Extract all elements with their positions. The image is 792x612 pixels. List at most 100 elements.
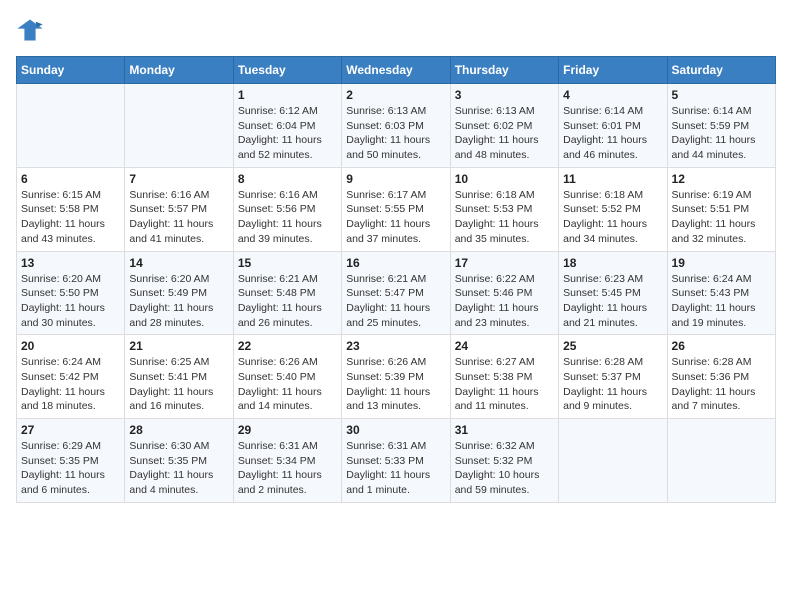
day-info: Sunrise: 6:26 AM Sunset: 5:39 PM Dayligh… bbox=[346, 355, 445, 414]
day-number: 16 bbox=[346, 256, 445, 270]
day-info: Sunrise: 6:22 AM Sunset: 5:46 PM Dayligh… bbox=[455, 272, 554, 331]
calendar-header-row: SundayMondayTuesdayWednesdayThursdayFrid… bbox=[17, 57, 776, 84]
day-info: Sunrise: 6:26 AM Sunset: 5:40 PM Dayligh… bbox=[238, 355, 337, 414]
calendar-day-cell: 14 Sunrise: 6:20 AM Sunset: 5:49 PM Dayli… bbox=[125, 251, 233, 335]
calendar-week-row: 13 Sunrise: 6:20 AM Sunset: 5:50 PM Dayli… bbox=[17, 251, 776, 335]
day-info: Sunrise: 6:15 AM Sunset: 5:58 PM Dayligh… bbox=[21, 188, 120, 247]
calendar-day-cell bbox=[17, 84, 125, 168]
day-number: 31 bbox=[455, 423, 554, 437]
calendar-table: SundayMondayTuesdayWednesdayThursdayFrid… bbox=[16, 56, 776, 503]
day-number: 10 bbox=[455, 172, 554, 186]
day-info: Sunrise: 6:28 AM Sunset: 5:36 PM Dayligh… bbox=[672, 355, 771, 414]
day-number: 19 bbox=[672, 256, 771, 270]
calendar-day-cell: 4 Sunrise: 6:14 AM Sunset: 6:01 PM Daylig… bbox=[559, 84, 667, 168]
calendar-day-cell: 16Sunrise: 6:21 AM Sunset: 5:47 PM Dayli… bbox=[342, 251, 450, 335]
calendar-day-cell: 30 Sunrise: 6:31 AM Sunset: 5:33 PM Dayli… bbox=[342, 419, 450, 503]
day-number: 12 bbox=[672, 172, 771, 186]
day-number: 24 bbox=[455, 339, 554, 353]
calendar-day-cell: 5 Sunrise: 6:14 AM Sunset: 5:59 PM Daylig… bbox=[667, 84, 775, 168]
day-number: 30 bbox=[346, 423, 445, 437]
day-info: Sunrise: 6:21 AM Sunset: 5:48 PM Dayligh… bbox=[238, 272, 337, 331]
calendar-day-cell: 10 Sunrise: 6:18 AM Sunset: 5:53 PM Dayli… bbox=[450, 167, 558, 251]
calendar-day-header: Sunday bbox=[17, 57, 125, 84]
calendar-day-cell: 17 Sunrise: 6:22 AM Sunset: 5:46 PM Dayli… bbox=[450, 251, 558, 335]
day-info: Sunrise: 6:14 AM Sunset: 5:59 PM Dayligh… bbox=[672, 104, 771, 163]
calendar-day-cell: 20Sunrise: 6:24 AM Sunset: 5:42 PM Dayli… bbox=[17, 335, 125, 419]
day-info: Sunrise: 6:13 AM Sunset: 6:02 PM Dayligh… bbox=[455, 104, 554, 163]
day-info: Sunrise: 6:18 AM Sunset: 5:52 PM Dayligh… bbox=[563, 188, 662, 247]
calendar-week-row: 1 Sunrise: 6:12 AM Sunset: 6:04 PM Daylig… bbox=[17, 84, 776, 168]
calendar-day-cell bbox=[125, 84, 233, 168]
calendar-day-cell: 7 Sunrise: 6:16 AM Sunset: 5:57 PM Daylig… bbox=[125, 167, 233, 251]
day-info: Sunrise: 6:14 AM Sunset: 6:01 PM Dayligh… bbox=[563, 104, 662, 163]
calendar-day-header: Wednesday bbox=[342, 57, 450, 84]
day-info: Sunrise: 6:29 AM Sunset: 5:35 PM Dayligh… bbox=[21, 439, 120, 498]
day-number: 2 bbox=[346, 88, 445, 102]
day-info: Sunrise: 6:30 AM Sunset: 5:35 PM Dayligh… bbox=[129, 439, 228, 498]
calendar-day-cell: 26 Sunrise: 6:28 AM Sunset: 5:36 PM Dayli… bbox=[667, 335, 775, 419]
day-info: Sunrise: 6:27 AM Sunset: 5:38 PM Dayligh… bbox=[455, 355, 554, 414]
calendar-day-cell: 27 Sunrise: 6:29 AM Sunset: 5:35 PM Dayli… bbox=[17, 419, 125, 503]
day-number: 29 bbox=[238, 423, 337, 437]
day-info: Sunrise: 6:16 AM Sunset: 5:57 PM Dayligh… bbox=[129, 188, 228, 247]
day-info: Sunrise: 6:19 AM Sunset: 5:51 PM Dayligh… bbox=[672, 188, 771, 247]
calendar-week-row: 20Sunrise: 6:24 AM Sunset: 5:42 PM Dayli… bbox=[17, 335, 776, 419]
day-number: 3 bbox=[455, 88, 554, 102]
day-info: Sunrise: 6:20 AM Sunset: 5:50 PM Dayligh… bbox=[21, 272, 120, 331]
calendar-day-cell: 13 Sunrise: 6:20 AM Sunset: 5:50 PM Dayli… bbox=[17, 251, 125, 335]
calendar-day-cell bbox=[559, 419, 667, 503]
calendar-day-cell: 12 Sunrise: 6:19 AM Sunset: 5:51 PM Dayli… bbox=[667, 167, 775, 251]
calendar-day-cell: 23 Sunrise: 6:26 AM Sunset: 5:39 PM Dayli… bbox=[342, 335, 450, 419]
calendar-day-header: Thursday bbox=[450, 57, 558, 84]
calendar-day-cell: 3 Sunrise: 6:13 AM Sunset: 6:02 PM Daylig… bbox=[450, 84, 558, 168]
day-number: 1 bbox=[238, 88, 337, 102]
calendar-day-cell: 31 Sunrise: 6:32 AM Sunset: 5:32 PM Dayli… bbox=[450, 419, 558, 503]
day-number: 15 bbox=[238, 256, 337, 270]
day-number: 14 bbox=[129, 256, 228, 270]
calendar-day-cell: 24 Sunrise: 6:27 AM Sunset: 5:38 PM Dayli… bbox=[450, 335, 558, 419]
logo-icon bbox=[16, 16, 44, 44]
calendar-week-row: 27 Sunrise: 6:29 AM Sunset: 5:35 PM Dayli… bbox=[17, 419, 776, 503]
day-info: Sunrise: 6:25 AM Sunset: 5:41 PM Dayligh… bbox=[129, 355, 228, 414]
day-number: 23 bbox=[346, 339, 445, 353]
day-info: Sunrise: 6:31 AM Sunset: 5:34 PM Dayligh… bbox=[238, 439, 337, 498]
calendar-day-cell: 19 Sunrise: 6:24 AM Sunset: 5:43 PM Dayli… bbox=[667, 251, 775, 335]
calendar-day-cell: 8Sunrise: 6:16 AM Sunset: 5:56 PM Daylig… bbox=[233, 167, 341, 251]
day-info: Sunrise: 6:20 AM Sunset: 5:49 PM Dayligh… bbox=[129, 272, 228, 331]
day-number: 8 bbox=[238, 172, 337, 186]
logo bbox=[16, 16, 48, 44]
day-info: Sunrise: 6:17 AM Sunset: 5:55 PM Dayligh… bbox=[346, 188, 445, 247]
day-number: 28 bbox=[129, 423, 228, 437]
day-number: 7 bbox=[129, 172, 228, 186]
calendar-day-cell: 15 Sunrise: 6:21 AM Sunset: 5:48 PM Dayli… bbox=[233, 251, 341, 335]
day-number: 21 bbox=[129, 339, 228, 353]
day-number: 9 bbox=[346, 172, 445, 186]
day-info: Sunrise: 6:24 AM Sunset: 5:43 PM Dayligh… bbox=[672, 272, 771, 331]
day-number: 5 bbox=[672, 88, 771, 102]
day-number: 4 bbox=[563, 88, 662, 102]
day-info: Sunrise: 6:28 AM Sunset: 5:37 PM Dayligh… bbox=[563, 355, 662, 414]
day-info: Sunrise: 6:18 AM Sunset: 5:53 PM Dayligh… bbox=[455, 188, 554, 247]
day-info: Sunrise: 6:32 AM Sunset: 5:32 PM Dayligh… bbox=[455, 439, 554, 498]
day-number: 25 bbox=[563, 339, 662, 353]
day-info: Sunrise: 6:12 AM Sunset: 6:04 PM Dayligh… bbox=[238, 104, 337, 163]
page-header bbox=[16, 16, 776, 44]
day-number: 27 bbox=[21, 423, 120, 437]
day-info: Sunrise: 6:23 AM Sunset: 5:45 PM Dayligh… bbox=[563, 272, 662, 331]
calendar-day-cell: 1 Sunrise: 6:12 AM Sunset: 6:04 PM Daylig… bbox=[233, 84, 341, 168]
calendar-day-cell: 29 Sunrise: 6:31 AM Sunset: 5:34 PM Dayli… bbox=[233, 419, 341, 503]
calendar-day-cell: 21 Sunrise: 6:25 AM Sunset: 5:41 PM Dayli… bbox=[125, 335, 233, 419]
calendar-day-cell: 28 Sunrise: 6:30 AM Sunset: 5:35 PM Dayli… bbox=[125, 419, 233, 503]
calendar-day-cell: 25 Sunrise: 6:28 AM Sunset: 5:37 PM Dayli… bbox=[559, 335, 667, 419]
calendar-day-cell: 22Sunrise: 6:26 AM Sunset: 5:40 PM Dayli… bbox=[233, 335, 341, 419]
day-number: 13 bbox=[21, 256, 120, 270]
calendar-day-cell: 6Sunrise: 6:15 AM Sunset: 5:58 PM Daylig… bbox=[17, 167, 125, 251]
day-number: 26 bbox=[672, 339, 771, 353]
calendar-day-header: Friday bbox=[559, 57, 667, 84]
calendar-body: 1 Sunrise: 6:12 AM Sunset: 6:04 PM Daylig… bbox=[17, 84, 776, 503]
calendar-day-cell bbox=[667, 419, 775, 503]
calendar-day-cell: 2Sunrise: 6:13 AM Sunset: 6:03 PM Daylig… bbox=[342, 84, 450, 168]
day-number: 17 bbox=[455, 256, 554, 270]
day-info: Sunrise: 6:31 AM Sunset: 5:33 PM Dayligh… bbox=[346, 439, 445, 498]
calendar-week-row: 6Sunrise: 6:15 AM Sunset: 5:58 PM Daylig… bbox=[17, 167, 776, 251]
